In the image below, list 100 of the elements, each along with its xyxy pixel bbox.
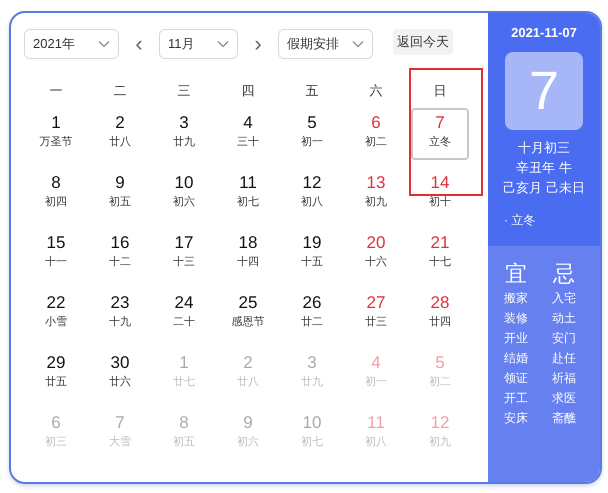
day-cell[interactable]: 1 万圣节 bbox=[27, 108, 85, 160]
day-cell[interactable]: 5 初一 bbox=[283, 108, 341, 160]
lunar-date: 初二 bbox=[429, 374, 451, 390]
day-number: 5 bbox=[307, 112, 317, 134]
lunar-date: 初九 bbox=[365, 194, 387, 210]
day-cell[interactable]: 15 十一 bbox=[27, 228, 85, 280]
caret-icon bbox=[217, 40, 229, 48]
lunar-date: 万圣节 bbox=[40, 135, 72, 150]
weekday-header: 一 bbox=[48, 82, 64, 100]
lunar-date: 初八 bbox=[365, 434, 387, 450]
auspicious-activity: 结婚 bbox=[504, 350, 528, 367]
back-to-today-button[interactable]: 返回今天 bbox=[393, 29, 453, 55]
solar-term: · 立冬 bbox=[504, 212, 536, 229]
day-cell[interactable]: 19 十五 bbox=[283, 228, 341, 280]
lunar-info: 己亥月 己未日 bbox=[503, 179, 585, 197]
day-number: 28 bbox=[430, 292, 450, 314]
next-month-button[interactable]: › bbox=[238, 29, 278, 59]
auspicious-activity: 安床 bbox=[504, 410, 528, 427]
month-dropdown[interactable]: 11月 bbox=[159, 29, 238, 59]
lunar-date: 二十 bbox=[173, 315, 195, 330]
previous-month-button[interactable]: ‹ bbox=[119, 29, 159, 59]
day-cell[interactable]: 4 三十 bbox=[219, 108, 277, 160]
day-cell[interactable]: 22 小雪 bbox=[27, 288, 85, 340]
lunar-date: 十一 bbox=[45, 255, 67, 270]
weekday-header: 五 bbox=[304, 82, 320, 100]
lunar-date: 初二 bbox=[365, 134, 387, 150]
day-cell[interactable]: 25 感恩节 bbox=[219, 288, 277, 340]
weekday-header: 六 bbox=[368, 82, 384, 100]
day-cell[interactable]: 23 十九 bbox=[91, 288, 149, 340]
day-cell[interactable]: 24 二十 bbox=[155, 288, 213, 340]
holiday-dropdown[interactable]: 假期安排 bbox=[278, 29, 373, 59]
day-cell[interactable]: 20 十六 bbox=[347, 228, 405, 280]
lunar-date: 廿九 bbox=[173, 135, 195, 150]
lunar-date: 初六 bbox=[173, 194, 195, 210]
lunar-date: 十二 bbox=[109, 255, 131, 270]
day-number: 3 bbox=[307, 352, 317, 374]
day-cell[interactable]: 30 廿六 bbox=[91, 348, 149, 400]
lunar-date: 廿七 bbox=[173, 375, 195, 390]
select-value: 11月 bbox=[168, 35, 194, 53]
lunar-date: 廿九 bbox=[301, 375, 323, 390]
lunar-date: 初五 bbox=[109, 194, 131, 210]
day-cell[interactable]: 12 初八 bbox=[283, 168, 341, 220]
select-value: 2021年 bbox=[33, 35, 75, 53]
auspicious-activity: 领证 bbox=[504, 370, 528, 387]
inauspicious-activity: 求医 bbox=[552, 390, 576, 407]
day-number: 5 bbox=[435, 352, 445, 374]
day-cell[interactable]: 17 十三 bbox=[155, 228, 213, 280]
day-number: 18 bbox=[238, 232, 258, 254]
day-number: 9 bbox=[243, 412, 253, 434]
lunar-date: 初九 bbox=[429, 434, 451, 450]
day-cell[interactable]: 2 廿八 bbox=[91, 108, 149, 160]
day-number: 13 bbox=[366, 172, 386, 194]
lunar-date: 廿八 bbox=[109, 135, 131, 150]
inauspicious-title: 忌 bbox=[553, 260, 575, 288]
weekday-header: 三 bbox=[176, 82, 192, 100]
caret-icon bbox=[352, 40, 364, 48]
lunar-date: 十三 bbox=[173, 255, 195, 270]
day-number: 20 bbox=[366, 232, 386, 254]
day-cell[interactable]: 8 初四 bbox=[27, 168, 85, 220]
day-cell[interactable]: 14 初十 bbox=[411, 168, 469, 220]
selected-date: 2021-11-07 bbox=[511, 25, 577, 40]
day-number: 26 bbox=[302, 292, 322, 314]
day-number: 9 bbox=[115, 172, 125, 194]
weekday-header: 日 bbox=[432, 82, 448, 100]
day-cell[interactable]: 28 廿四 bbox=[411, 288, 469, 340]
select-value: 假期安排 bbox=[287, 35, 339, 53]
day-number: 8 bbox=[51, 172, 61, 194]
lunar-date: 初一 bbox=[365, 374, 387, 390]
day-cell[interactable]: 7 立冬 bbox=[411, 108, 469, 160]
day-number: 2 bbox=[243, 352, 253, 374]
auspicious-activity: 开工 bbox=[504, 390, 528, 407]
day-cell[interactable]: 6 初二 bbox=[347, 108, 405, 160]
day-cell[interactable]: 13 初九 bbox=[347, 168, 405, 220]
day-number: 24 bbox=[174, 292, 194, 314]
lunar-date: 廿五 bbox=[45, 375, 67, 390]
day-cell[interactable]: 16 十二 bbox=[91, 228, 149, 280]
day-number: 15 bbox=[46, 232, 66, 254]
lunar-date: 初一 bbox=[301, 134, 323, 150]
year-dropdown[interactable]: 2021年 bbox=[24, 29, 119, 59]
day-cell[interactable]: 21 十七 bbox=[411, 228, 469, 280]
day-number: 12 bbox=[430, 412, 450, 434]
lunar-date: 十五 bbox=[301, 255, 323, 270]
day-cell[interactable]: 11 初七 bbox=[219, 168, 277, 220]
day-number: 22 bbox=[46, 292, 66, 314]
inauspicious-activity: 安门 bbox=[552, 330, 576, 347]
day-number: 11 bbox=[367, 412, 385, 434]
day-cell[interactable]: 10 初六 bbox=[155, 168, 213, 220]
big-day-number: 7 bbox=[505, 52, 583, 130]
lunar-date: 小雪 bbox=[45, 315, 67, 330]
day-cell[interactable]: 18 十四 bbox=[219, 228, 277, 280]
lunar-date: 十四 bbox=[237, 255, 259, 270]
day-cell[interactable]: 27 廿三 bbox=[347, 288, 405, 340]
day-number: 14 bbox=[430, 172, 450, 194]
day-cell[interactable]: 26 廿二 bbox=[283, 288, 341, 340]
day-number: 17 bbox=[174, 232, 194, 254]
day-cell[interactable]: 3 廿九 bbox=[155, 108, 213, 160]
day-number: 6 bbox=[371, 112, 381, 134]
day-cell[interactable]: 29 廿五 bbox=[27, 348, 85, 400]
inauspicious-activity: 入宅 bbox=[552, 290, 576, 307]
day-cell[interactable]: 9 初五 bbox=[91, 168, 149, 220]
